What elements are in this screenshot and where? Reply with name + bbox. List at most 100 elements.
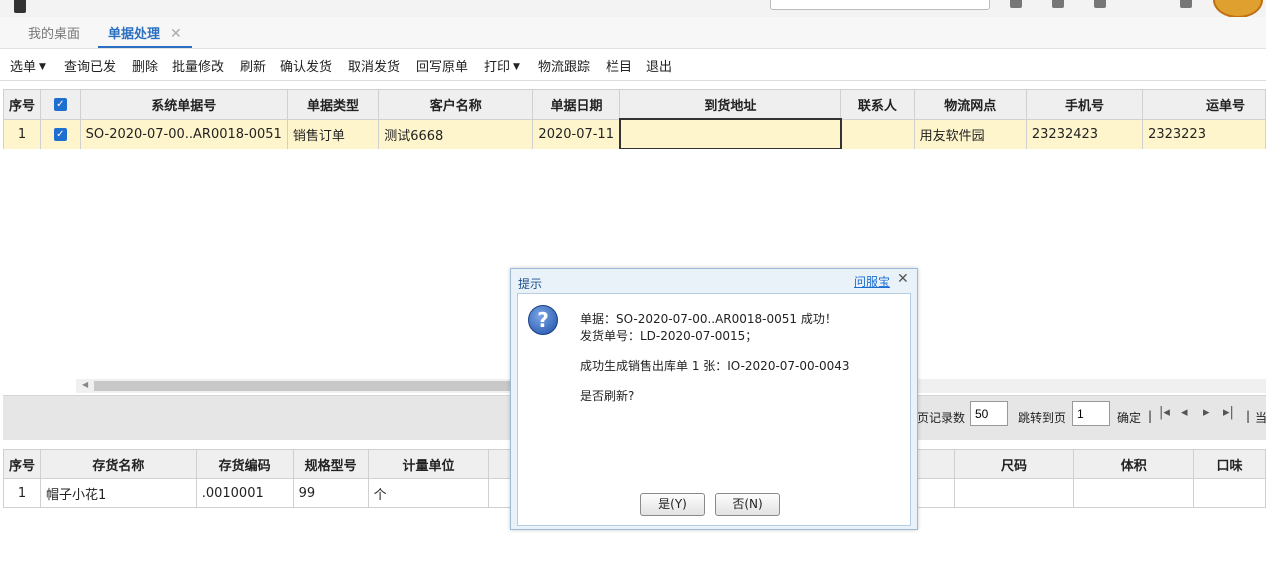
cell-select[interactable]: ✓ <box>40 118 81 150</box>
dialog-body: ? 单据：SO-2020-07-00..AR0018-0051 成功！ 发货单号… <box>517 293 911 526</box>
dialog-title: 提示 <box>518 277 543 291</box>
col-header-flavor[interactable]: 口味 <box>1193 449 1266 479</box>
chevron-down-icon: ▼ <box>513 62 520 72</box>
cell-unit[interactable]: 个 <box>367 478 490 508</box>
cell-doc-no[interactable]: SO-2020-07-00..AR0018-0051 <box>79 118 288 150</box>
message-line: 发货单号：LD-2020-07-0015； <box>580 329 758 343</box>
yes-button[interactable]: 是(Y) <box>640 493 705 516</box>
col-header-logistics-point[interactable]: 物流网点 <box>913 89 1027 120</box>
logistics-tracking-button[interactable]: 物流跟踪 <box>538 56 590 75</box>
delete-button[interactable]: 删除 <box>132 56 158 75</box>
select-label: 选单 <box>10 60 37 75</box>
message-icon[interactable] <box>1010 0 1022 8</box>
exit-button[interactable]: 退出 <box>646 56 672 75</box>
prompt-dialog: 提示 问服宝 ✕ ? 单据：SO-2020-07-00..AR0018-0051… <box>510 268 918 530</box>
message-line: 是否刷新? <box>580 389 635 403</box>
col-header-seq[interactable]: 序号 <box>2 89 42 120</box>
current-page-label: 当 <box>1255 411 1266 425</box>
print-label: 打印 <box>484 60 511 75</box>
cell-address[interactable] <box>618 118 842 150</box>
help-icon[interactable] <box>1180 0 1192 8</box>
cell-seq: 1 <box>2 118 42 150</box>
col-header-doc-type[interactable]: 单据类型 <box>286 89 380 120</box>
col-header-contact[interactable]: 联系人 <box>840 89 915 120</box>
chevron-down-icon: ▼ <box>39 62 46 72</box>
col-header-doc-no[interactable]: 系统单据号 <box>79 89 288 120</box>
confirm-ship-button[interactable]: 确认发货 <box>280 56 332 75</box>
col-header-address[interactable]: 到货地址 <box>619 89 842 120</box>
scrollbar-thumb[interactable] <box>94 381 514 391</box>
query-shipped-button[interactable]: 查询已发 <box>64 56 116 75</box>
col-header-phone[interactable]: 手机号 <box>1025 89 1144 120</box>
cell-spec[interactable]: 99 <box>292 478 369 508</box>
app-top-bar <box>0 0 1266 17</box>
col-header-waybill[interactable]: 运单号 <box>1142 89 1266 120</box>
tab-label: 单据处理 <box>108 27 161 42</box>
refresh-button[interactable]: 刷新 <box>240 56 266 75</box>
jump-confirm-button[interactable]: 确定 <box>1117 409 1141 426</box>
cell-customer[interactable]: 测试6668 <box>378 118 534 150</box>
app-logo <box>14 0 26 13</box>
tab-label: 我的桌面 <box>28 27 81 42</box>
last-page-icon[interactable]: ▸| <box>1223 405 1234 420</box>
tab-document-processing[interactable]: 单据处理 ✕ <box>98 17 192 48</box>
cell-phone[interactable]: 23232423 <box>1025 118 1144 150</box>
print-dropdown-button[interactable]: 打印 ▼ <box>484 56 520 75</box>
page-size-input[interactable] <box>970 401 1008 426</box>
table-row[interactable]: 1 ✓ SO-2020-07-00..AR0018-0051 销售订单 测试66… <box>2 118 1266 150</box>
cell-item-code[interactable]: .0010001 <box>195 478 294 508</box>
no-button[interactable]: 否(N) <box>715 493 780 516</box>
help-link[interactable]: 问服宝 <box>854 273 890 290</box>
prev-page-icon[interactable]: ◂ <box>1181 405 1188 420</box>
select-dropdown-button[interactable]: 选单 ▼ <box>10 56 46 75</box>
pager-separator: | <box>1246 409 1251 423</box>
next-page-icon[interactable]: ▸ <box>1203 405 1210 420</box>
question-icon: ? <box>528 305 558 335</box>
row-checkbox[interactable]: ✓ <box>53 127 67 141</box>
message-line: 单据：SO-2020-07-00..AR0018-0051 成功！ <box>580 312 837 326</box>
cancel-ship-button[interactable]: 取消发货 <box>348 56 400 75</box>
cell-size[interactable] <box>953 478 1075 508</box>
pager-separator: | <box>1148 409 1153 423</box>
cell-seq: 1 <box>2 478 42 508</box>
columns-button[interactable]: 栏目 <box>606 56 632 75</box>
col-header-seq[interactable]: 序号 <box>2 449 42 479</box>
col-header-size[interactable]: 尺码 <box>953 449 1075 479</box>
col-header-volume[interactable]: 体积 <box>1073 449 1195 479</box>
scroll-left-icon[interactable]: ◀ <box>82 380 88 389</box>
cell-logistics-point[interactable]: 用友软件园 <box>913 118 1027 150</box>
writeback-button[interactable]: 回写原单 <box>416 56 468 75</box>
col-header-item-name[interactable]: 存货名称 <box>40 449 197 479</box>
tab-my-desktop[interactable]: 我的桌面 <box>28 17 80 48</box>
grid-header-row: 序号 ✓ 系统单据号 单据类型 客户名称 单据日期 到货地址 联系人 物流网点 … <box>2 89 1266 120</box>
page-number-input[interactable] <box>1072 401 1110 426</box>
jump-label: 跳转到页 <box>1018 411 1067 425</box>
col-header-select-all[interactable]: ✓ <box>40 89 81 120</box>
cell-item-name[interactable]: 帽子小花1 <box>40 478 197 508</box>
cell-volume[interactable] <box>1073 478 1195 508</box>
select-all-checkbox[interactable]: ✓ <box>53 97 67 111</box>
user-icon[interactable] <box>1094 0 1106 8</box>
col-header-spec[interactable]: 规格型号 <box>292 449 369 479</box>
top-search-input[interactable] <box>770 0 990 10</box>
cell-contact[interactable] <box>840 118 915 150</box>
cell-flavor[interactable] <box>1193 478 1266 508</box>
order-grid: 序号 ✓ 系统单据号 单据类型 客户名称 单据日期 到货地址 联系人 物流网点 … <box>2 89 1266 150</box>
col-header-date[interactable]: 单据日期 <box>532 89 621 120</box>
message-line: 成功生成销售出库单 1 张：IO-2020-07-00-0043 <box>580 359 850 373</box>
first-page-icon[interactable]: |◂ <box>1159 405 1170 420</box>
mascot-avatar[interactable] <box>1213 0 1263 17</box>
close-icon[interactable]: ✕ <box>170 26 182 42</box>
toolbar: 选单 ▼ 查询已发 删除 批量修改 刷新 确认发货 取消发货 回写原单 打印 ▼ 物… <box>0 50 1266 81</box>
page-size-label: 页记录数 <box>917 411 966 425</box>
cell-waybill[interactable]: 2323223 <box>1142 118 1266 150</box>
settings-icon[interactable] <box>1052 0 1064 8</box>
batch-edit-button[interactable]: 批量修改 <box>172 56 224 75</box>
col-header-customer[interactable]: 客户名称 <box>378 89 534 120</box>
col-header-unit[interactable]: 计量单位 <box>367 449 490 479</box>
col-header-item-code[interactable]: 存货编码 <box>195 449 294 479</box>
cell-date[interactable]: 2020-07-11 <box>532 118 621 150</box>
tab-bar: 我的桌面 单据处理 ✕ <box>0 17 1266 49</box>
cell-doc-type[interactable]: 销售订单 <box>286 118 380 150</box>
close-icon[interactable]: ✕ <box>897 271 909 287</box>
